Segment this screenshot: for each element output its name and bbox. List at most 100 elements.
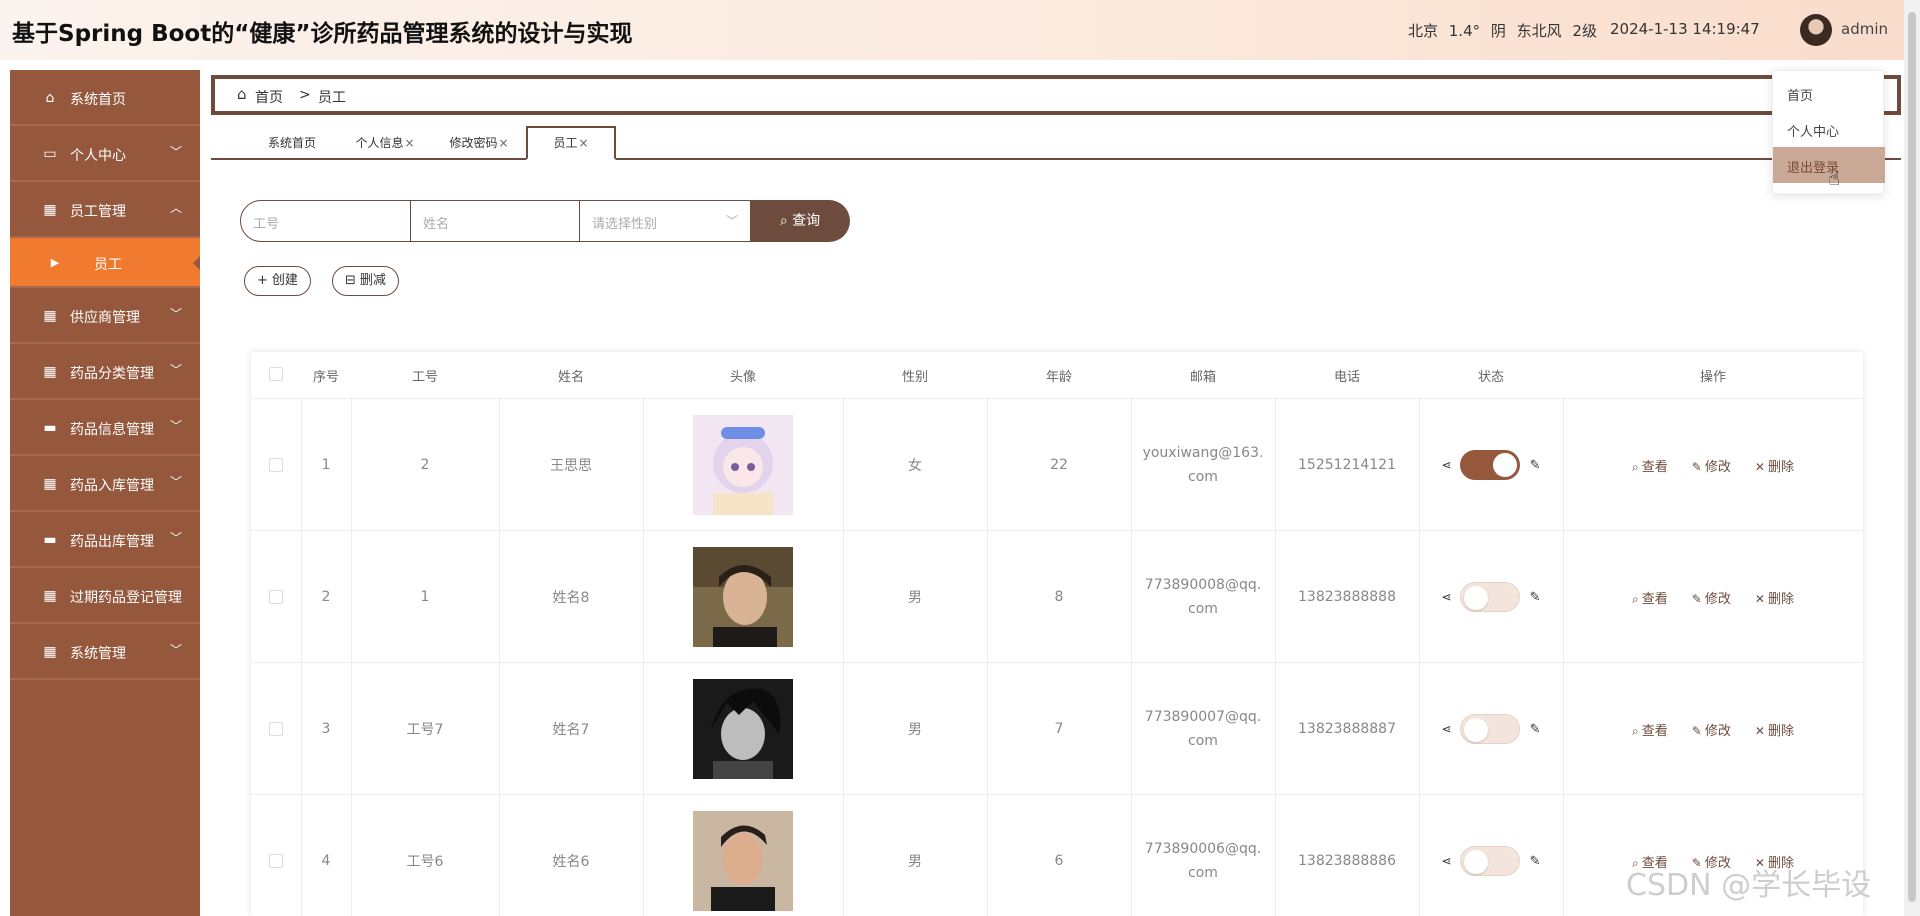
- name-input[interactable]: 姓名: [410, 200, 581, 242]
- status-toggle[interactable]: [1459, 714, 1520, 744]
- tab-system-home[interactable]: 系统首页: [251, 128, 333, 158]
- breadcrumb: ⌂ 首页 > 员工: [211, 75, 1901, 115]
- tab-employee[interactable]: 员工×: [526, 126, 616, 160]
- sidebar-item-personal-center[interactable]: ▭ 个人中心 ﹀: [10, 126, 200, 182]
- sidebar-item-employee[interactable]: ▶ 员工: [10, 238, 200, 288]
- monitor-icon: ▬: [43, 532, 57, 548]
- sidebar-item-home[interactable]: ⌂ 系统首页: [10, 70, 200, 126]
- sidebar-item-label: 供应商管理: [70, 310, 140, 326]
- username[interactable]: admin: [1841, 20, 1888, 38]
- scrollbar-thumb[interactable]: [1908, 12, 1916, 902]
- row-age: 22: [1050, 457, 1068, 473]
- sidebar-item-label: 过期药品登记管理: [70, 590, 182, 606]
- row-email-cell: youxiwang@163.com: [1131, 399, 1275, 531]
- header-age: 年龄: [1045, 370, 1072, 385]
- search-button[interactable]: ⌕ 查询: [750, 200, 850, 242]
- sidebar-item-expired-drugs[interactable]: ▦ 过期药品登记管理: [10, 568, 200, 624]
- status-toggle[interactable]: [1459, 582, 1520, 612]
- row-checkbox[interactable]: [251, 663, 301, 795]
- search-icon: ⌕: [779, 213, 788, 229]
- sidebar-item-drug-category[interactable]: ▦ 药品分类管理 ﹀: [10, 344, 200, 400]
- close-icon: ✕: [1754, 459, 1765, 474]
- select-all-checkbox[interactable]: [269, 367, 283, 381]
- delete-button[interactable]: ✕ 删除: [1755, 588, 1794, 607]
- sidebar-item-drug-info[interactable]: ▬ 药品信息管理 ﹀: [10, 400, 200, 456]
- row-email: youxiwang@163.com: [1142, 445, 1264, 485]
- close-icon[interactable]: ×: [498, 136, 508, 150]
- tab-change-password[interactable]: 修改密码×: [437, 128, 521, 158]
- dropdown-item-home[interactable]: 首页: [1773, 75, 1885, 111]
- row-checkbox[interactable]: [251, 399, 301, 531]
- row-age: 7: [1054, 721, 1064, 737]
- row-checkbox[interactable]: [251, 795, 301, 916]
- chevron-down-icon: ﹀: [169, 475, 182, 489]
- delete-button-label: 删减: [359, 273, 386, 288]
- row-email-cell: 773890006@qq.com: [1131, 795, 1275, 916]
- batch-delete-button[interactable]: ⊟ 删减: [332, 266, 399, 296]
- header-index: 序号: [312, 370, 339, 385]
- chevron-up-icon: ︿: [169, 201, 182, 215]
- edit-button[interactable]: ✎ 修改: [1692, 456, 1731, 475]
- row-status: ⋖ ✎: [1419, 795, 1563, 916]
- avatar-image-portrait: [693, 547, 793, 647]
- breadcrumb-separator: >: [299, 87, 311, 103]
- view-button[interactable]: ⌕ 查看: [1632, 588, 1668, 607]
- chat-icon: ▬: [43, 420, 57, 436]
- create-button[interactable]: + 创建: [244, 266, 311, 296]
- sidebar-item-employee-management[interactable]: ▦ 员工管理 ︿: [10, 182, 200, 238]
- edit-label: 修改: [1704, 723, 1731, 739]
- pen-icon: ✎: [1529, 589, 1541, 605]
- sidebar-item-label: 药品入库管理: [70, 478, 154, 494]
- close-icon[interactable]: ×: [578, 136, 588, 150]
- tab-personal-info[interactable]: 个人信息×: [343, 128, 427, 158]
- row-index: 1: [321, 457, 331, 473]
- row-checkbox[interactable]: [251, 531, 301, 663]
- delete-button[interactable]: ✕ 删除: [1755, 456, 1794, 475]
- row-phone: 13823888887: [1298, 721, 1396, 737]
- active-indicator: [193, 256, 200, 270]
- search-bar: 工号 姓名 请选择性别 ﹀ ⌕ 查询: [240, 200, 850, 242]
- grid-icon: ▦: [43, 202, 57, 218]
- header-actions: 操作: [1699, 370, 1726, 385]
- close-icon[interactable]: ×: [404, 136, 414, 150]
- sidebar-item-drug-outbound[interactable]: ▬ 药品出库管理 ﹀: [10, 512, 200, 568]
- delete-button[interactable]: ✕ 删除: [1755, 720, 1794, 739]
- row-email-cell: 773890007@qq.com: [1131, 663, 1275, 795]
- page-scrollbar[interactable]: [1904, 0, 1920, 916]
- chevron-down-icon: ﹀: [169, 307, 182, 321]
- row-phone: 13823888886: [1298, 853, 1396, 869]
- status-toggle[interactable]: [1459, 450, 1520, 480]
- close-icon: ✕: [1754, 591, 1765, 606]
- edit-button[interactable]: ✎ 修改: [1692, 588, 1731, 607]
- gender-select[interactable]: 请选择性别 ﹀: [579, 200, 751, 242]
- row-actions: ⌕ 查看 ✎ 修改 ✕ 删除: [1563, 531, 1863, 663]
- row-index: 2: [321, 589, 331, 605]
- table-row: 2 1 姓名8 男 8 773890008@qq.com 13823888888…: [251, 530, 1863, 662]
- view-button[interactable]: ⌕ 查看: [1632, 720, 1668, 739]
- sidebar-item-supplier-management[interactable]: ▦ 供应商管理 ﹀: [10, 288, 200, 344]
- row-status: ⋖ ✎: [1419, 531, 1563, 663]
- view-label: 查看: [1641, 723, 1668, 739]
- row-status: ⋖ ✎: [1419, 399, 1563, 531]
- edit-label: 修改: [1704, 591, 1731, 607]
- search-icon: ⌕: [1632, 591, 1639, 606]
- user-avatar[interactable]: [1800, 14, 1832, 46]
- row-name: 姓名8: [552, 590, 590, 606]
- view-button[interactable]: ⌕ 查看: [1632, 456, 1668, 475]
- watermark: CSDN @学长毕设: [1626, 868, 1872, 903]
- employee-table: 序号 工号 姓名 头像 性别 年龄 邮箱 电话 状态 操作 1 2 王思思 女 …: [251, 352, 1863, 916]
- row-email: 773890008@qq.com: [1144, 577, 1262, 617]
- header-employee-no: 工号: [411, 370, 438, 385]
- status-toggle[interactable]: [1459, 846, 1520, 876]
- dropdown-item-personal-center[interactable]: 个人中心: [1773, 111, 1885, 147]
- employee-no-input[interactable]: 工号: [240, 200, 412, 242]
- pencil-icon: ✎: [1691, 459, 1702, 474]
- sidebar-item-system-management[interactable]: ▦ 系统管理 ﹀: [10, 624, 200, 680]
- breadcrumb-home[interactable]: 首页: [255, 87, 283, 107]
- sidebar-item-drug-inbound[interactable]: ▦ 药品入库管理 ﹀: [10, 456, 200, 512]
- home-icon[interactable]: ⌂: [237, 85, 247, 103]
- row-employee-no: 1: [420, 589, 430, 605]
- row-avatar: [643, 663, 843, 795]
- edit-button[interactable]: ✎ 修改: [1692, 720, 1731, 739]
- avatar-image-anime-girl: [693, 415, 793, 515]
